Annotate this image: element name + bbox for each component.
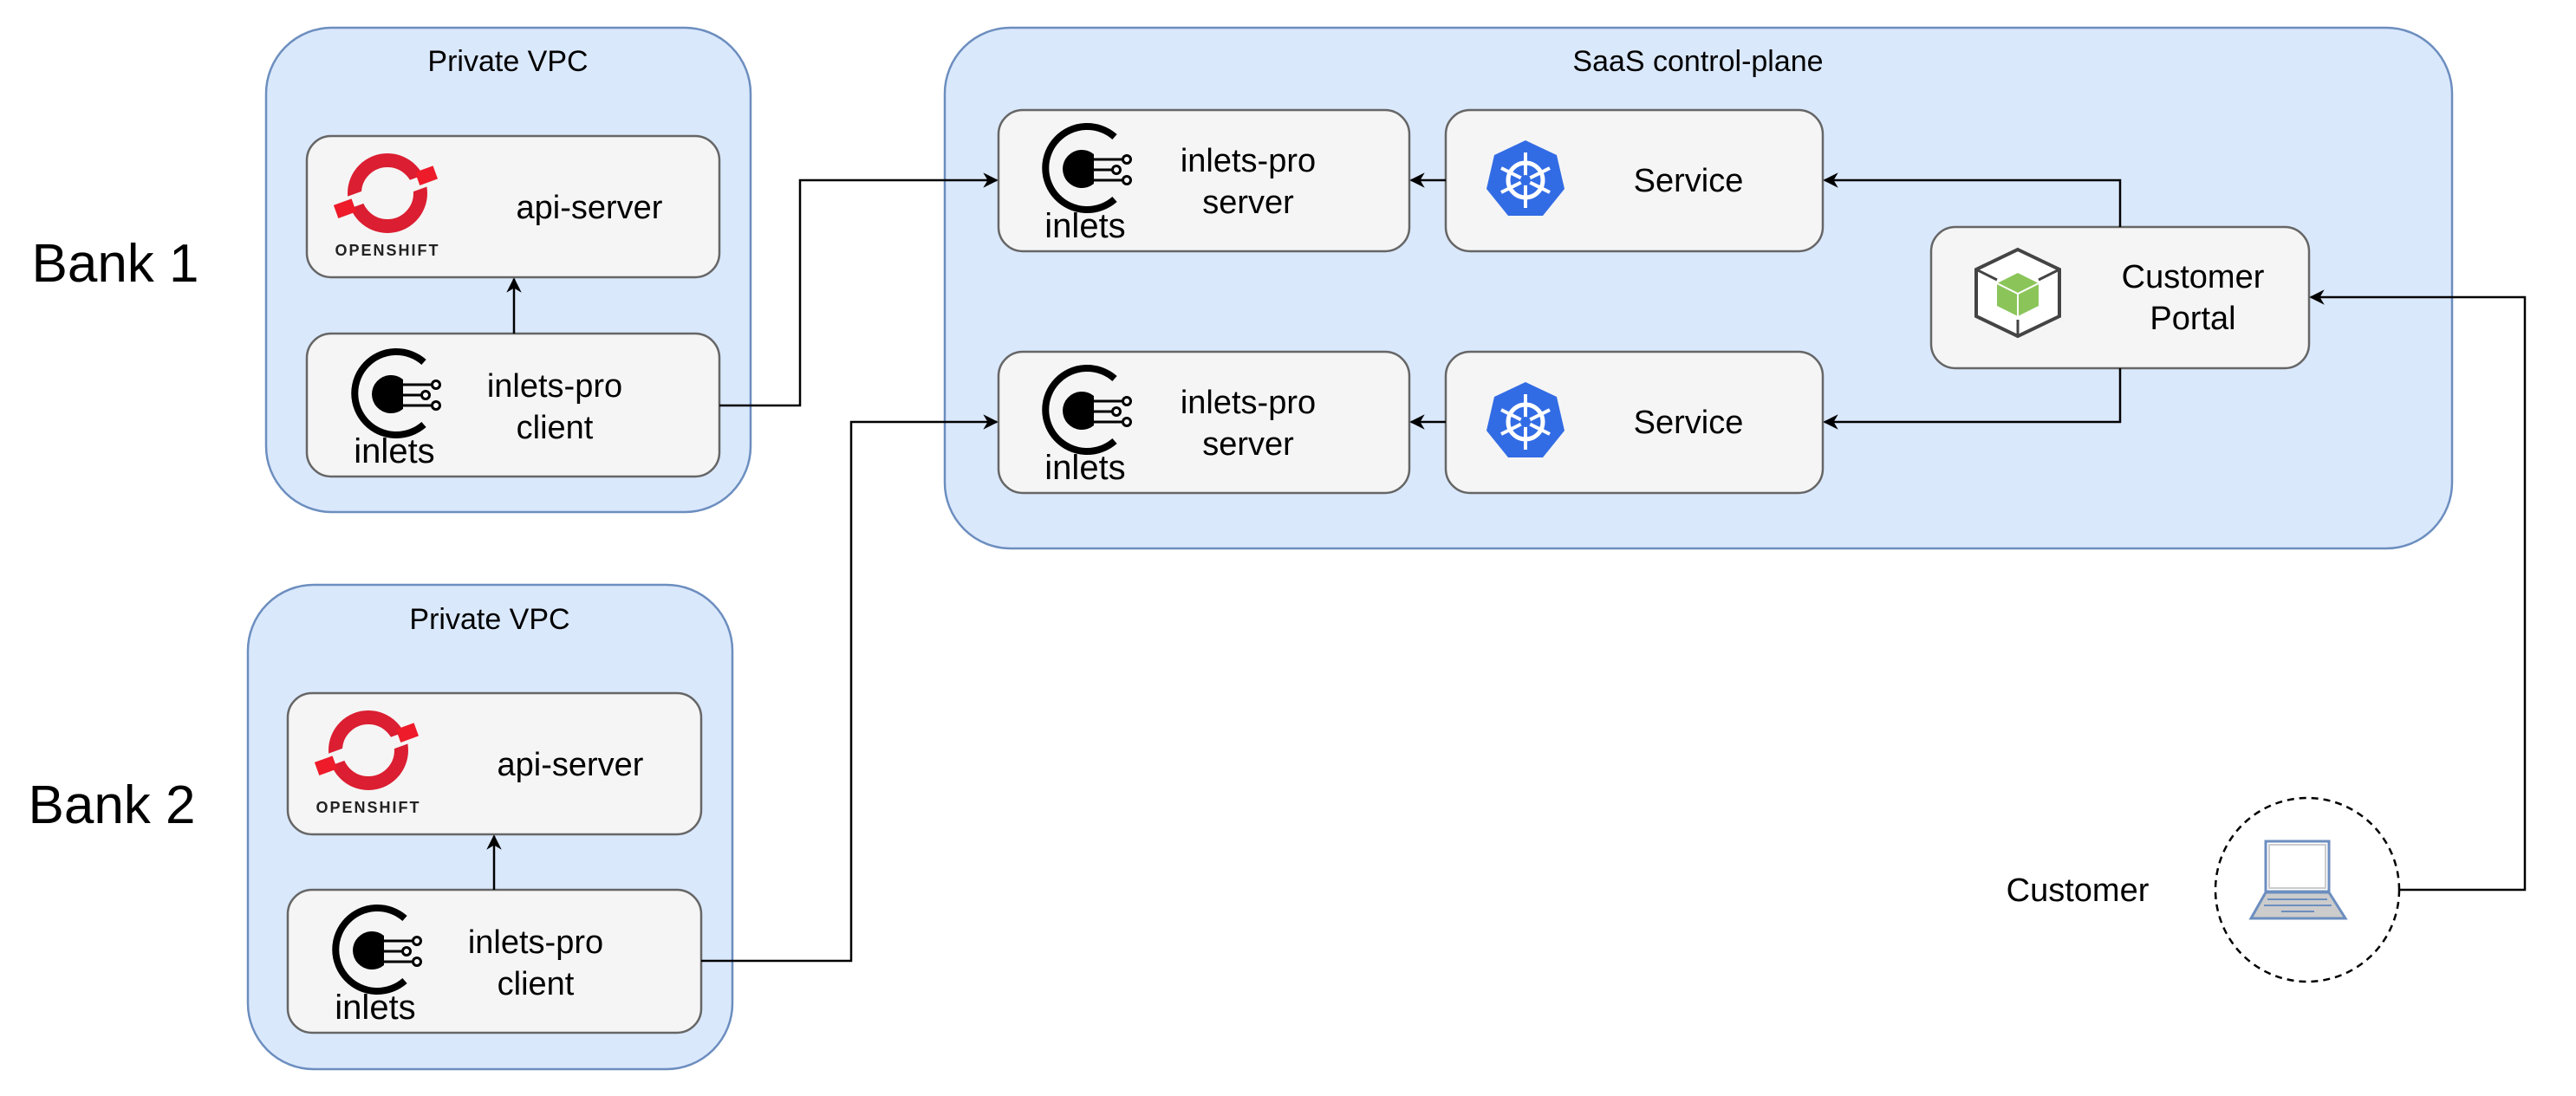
inlets-logo-text: inlets (354, 432, 434, 470)
vpc-2-title: Private VPC (409, 603, 569, 636)
private-vpc-2: Private VPC OPENSHIFT api-server inlets … (246, 583, 734, 1071)
client-label-line2: client (517, 410, 594, 446)
server-label-line2: server (1202, 426, 1294, 463)
saas-title: SaaS control-plane (1572, 45, 1823, 78)
customer-label: Customer (2007, 872, 2150, 909)
portal-label-line2: Portal (2150, 301, 2235, 337)
portal-label-line1: Customer (2122, 259, 2265, 295)
inlets-logo-text: inlets (1044, 449, 1125, 487)
client-label-line1: inlets-pro (487, 368, 622, 405)
bank-1-label: Bank 1 (31, 234, 198, 294)
service-label: Service (1634, 163, 1744, 199)
openshift-logo-text: OPENSHIFT (315, 799, 420, 816)
inlets-server-node-2[interactable]: inlets inlets-pro server (997, 350, 1411, 495)
cube-icon (1974, 248, 2061, 338)
api-server-node-2[interactable]: OPENSHIFT api-server (286, 691, 703, 836)
inlets-logo-text: inlets (335, 989, 415, 1027)
bank-2-label: Bank 2 (28, 775, 195, 835)
client-label-line1: inlets-pro (468, 924, 603, 961)
inlets-logo-text: inlets (1044, 207, 1125, 245)
architecture-diagram: Bank 1 Bank 2 Private VPC OPENSHIFT api-… (28, 26, 2527, 1071)
client-label-line2: client (498, 966, 575, 1002)
customer-laptop[interactable] (2214, 796, 2401, 983)
api-server-label: api-server (517, 190, 663, 226)
server-label-line2: server (1202, 185, 1294, 221)
service-node-1[interactable]: Service (1444, 108, 1825, 253)
api-server-label: api-server (498, 747, 644, 783)
inlets-client-node-1[interactable]: inlets inlets-pro client (305, 332, 721, 478)
inlets-client-node-2[interactable]: inlets inlets-pro client (286, 888, 703, 1034)
server-label-line1: inlets-pro (1181, 143, 1316, 179)
inlets-server-node-1[interactable]: inlets inlets-pro server (997, 108, 1411, 253)
customer-portal-node[interactable]: Customer Portal (1929, 225, 2311, 370)
api-server-node-1[interactable]: OPENSHIFT api-server (305, 134, 721, 279)
saas-control-plane: SaaS control-plane inlets inlets-pro ser… (943, 26, 2454, 550)
private-vpc-1: Private VPC OPENSHIFT api-server inlets … (264, 26, 752, 514)
openshift-logo-text: OPENSHIFT (335, 242, 439, 259)
service-node-2[interactable]: Service (1444, 350, 1825, 495)
vpc-1-title: Private VPC (427, 45, 588, 78)
server-label-line1: inlets-pro (1181, 385, 1316, 421)
service-label: Service (1634, 405, 1744, 441)
